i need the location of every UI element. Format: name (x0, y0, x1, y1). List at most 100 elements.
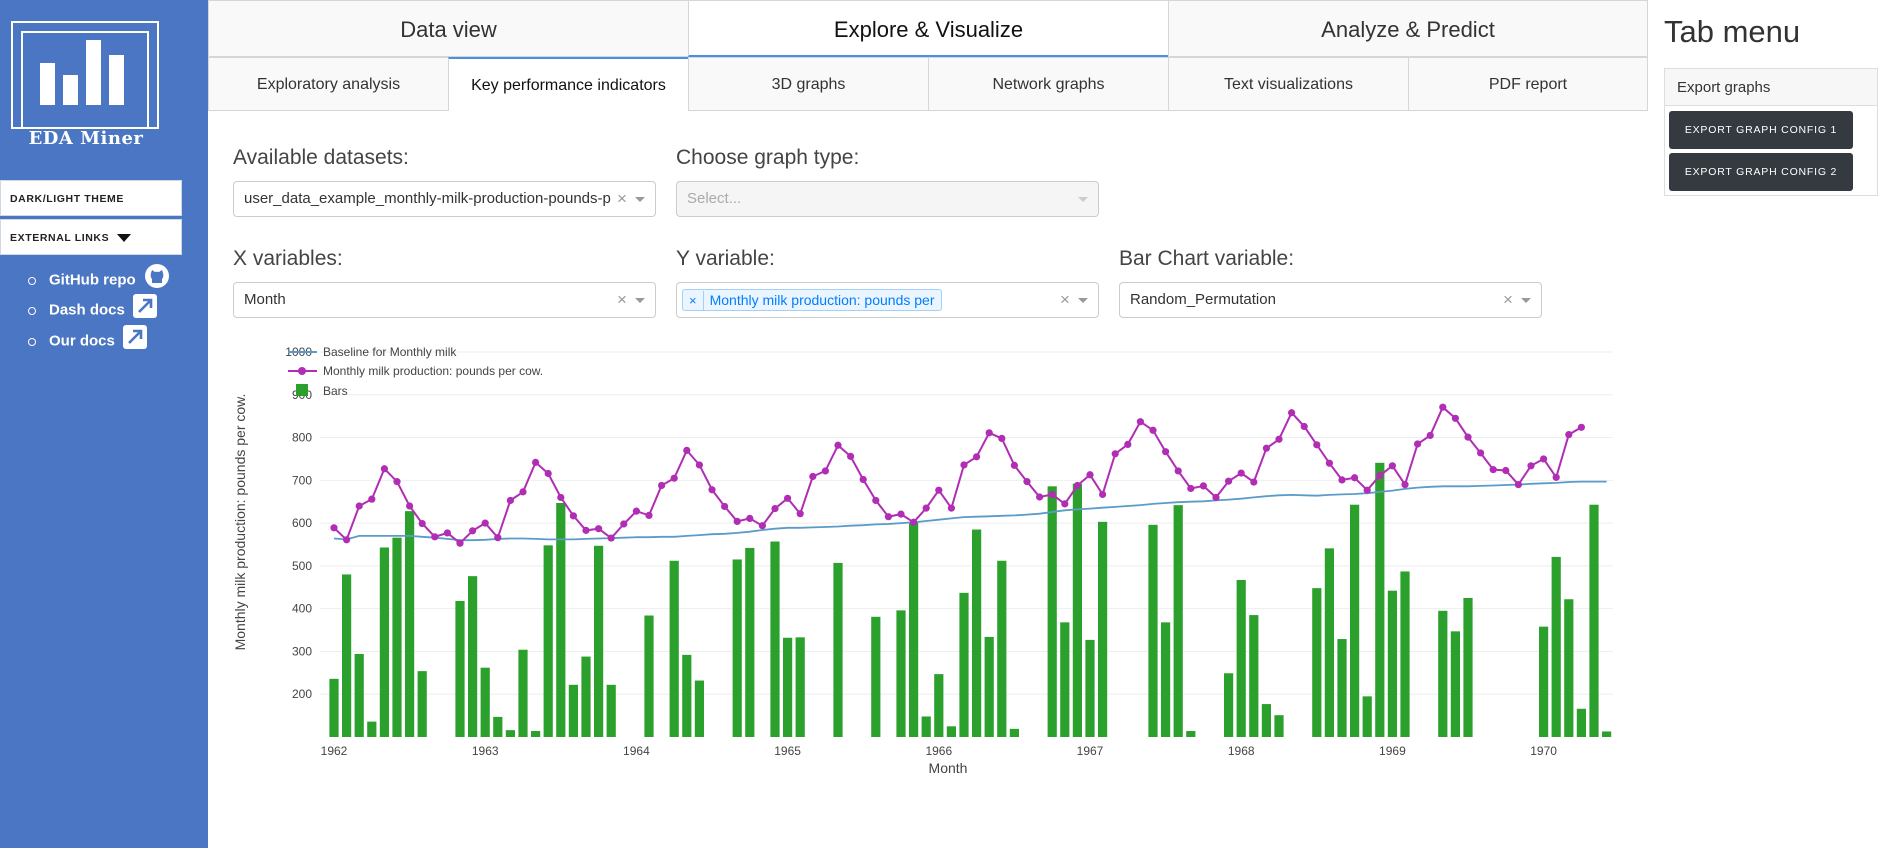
y-variable-tag[interactable]: × Monthly milk production: pounds per (682, 289, 942, 311)
subtab-network-graphs[interactable]: Network graphs (928, 57, 1169, 111)
data-point (1162, 448, 1170, 456)
datasets-dropdown[interactable]: user_data_example_monthly-milk-productio… (233, 181, 656, 217)
bar (1463, 597, 1473, 737)
bar (1602, 731, 1612, 737)
bar (909, 522, 919, 737)
bar (694, 680, 704, 737)
subtab-3d-graphs[interactable]: 3D graphs (688, 57, 929, 111)
clear-icon[interactable]: × (1503, 283, 1513, 317)
datasets-value: user_data_example_monthly-milk-productio… (244, 190, 611, 207)
data-point (1351, 474, 1359, 482)
y-variable-dropdown[interactable]: × Monthly milk production: pounds per × (676, 282, 1099, 318)
data-point (418, 519, 426, 528)
bar (997, 560, 1007, 737)
link-github-repo[interactable]: GitHub repo (28, 263, 170, 289)
chevron-down-icon[interactable] (1078, 197, 1088, 202)
bar (455, 600, 465, 737)
data-point (1225, 477, 1233, 485)
x-variables-dropdown[interactable]: Month × (233, 282, 656, 318)
dark-light-theme-button[interactable]: DARK/LIGHT THEME (0, 180, 182, 216)
subtab-text-visualizations[interactable]: Text visualizations (1168, 57, 1409, 111)
chevron-down-icon[interactable] (1521, 298, 1531, 303)
tab-analyze-predict[interactable]: Analyze & Predict (1168, 0, 1648, 57)
data-point (1376, 472, 1384, 480)
chevron-down-icon[interactable] (635, 298, 645, 303)
bar (1236, 580, 1246, 737)
data-point (910, 518, 918, 526)
clear-icon[interactable]: × (617, 283, 627, 317)
bar (606, 684, 616, 737)
subtab-pdf-report[interactable]: PDF report (1408, 57, 1648, 111)
bar (1261, 704, 1271, 737)
data-point (935, 486, 943, 494)
chevron-down-icon[interactable] (635, 197, 645, 202)
bar-chart-variable-label: Bar Chart variable: (1119, 247, 1295, 270)
data-point (1514, 481, 1522, 489)
data-point (796, 510, 804, 518)
external-links-button[interactable]: EXTERNAL LINKS (0, 219, 182, 255)
data-point (632, 507, 640, 515)
bar (367, 721, 377, 737)
bar (379, 547, 389, 737)
subtab-key-performance-indicators[interactable]: Key performance indicators (448, 57, 689, 111)
legend-baseline: Baseline for Monthly milk (323, 345, 457, 359)
clear-icon[interactable]: × (617, 182, 627, 216)
bar (1387, 590, 1397, 737)
subtab-exploratory-analysis[interactable]: Exploratory analysis (208, 57, 449, 111)
data-point (456, 539, 464, 547)
x-tick-label: 1962 (321, 744, 348, 758)
data-point (834, 441, 842, 449)
data-point (821, 467, 830, 475)
chart-legend: Baseline for Monthly milk Monthly milk p… (288, 345, 543, 398)
tab-data-view[interactable]: Data view (208, 0, 689, 57)
tab-explore-visualize[interactable]: Explore & Visualize (688, 0, 1169, 57)
bar (543, 545, 553, 737)
data-point (431, 533, 439, 541)
datasets-label: Available datasets: (233, 146, 409, 169)
data-point (1439, 403, 1447, 411)
data-point (847, 452, 855, 460)
bar (480, 667, 490, 737)
data-point (481, 519, 489, 527)
link-our-docs[interactable]: Our docs (28, 325, 148, 351)
milk-production-chart: 2003004005006007008009001000 19621963196… (232, 345, 1613, 776)
bar (1324, 548, 1334, 737)
x-tick-label: 1967 (1077, 744, 1104, 758)
remove-tag-icon[interactable]: × (683, 291, 704, 311)
bar (1589, 504, 1599, 737)
data-point (1426, 431, 1434, 440)
data-point (1212, 493, 1220, 502)
bar-chart-variable-dropdown[interactable]: Random_Permutation × (1119, 282, 1542, 318)
bar (1009, 728, 1019, 737)
data-point (872, 496, 880, 505)
data-point (494, 534, 502, 542)
data-point (1010, 461, 1019, 469)
y-tick-label: 300 (292, 644, 312, 658)
bar (581, 656, 591, 737)
bar (417, 671, 427, 737)
data-point (1565, 430, 1573, 439)
graph-type-dropdown[interactable]: Select... (676, 181, 1099, 217)
x-tick-label: 1963 (472, 744, 499, 758)
sidebar: EDA Miner DARK/LIGHT THEME EXTERNAL LINK… (0, 0, 208, 848)
data-point (1174, 467, 1182, 475)
data-point (721, 502, 729, 511)
bar (770, 541, 780, 737)
chevron-down-icon[interactable] (1078, 298, 1088, 303)
bar (669, 560, 679, 737)
export-graph-config-1-button[interactable]: EXPORT GRAPH CONFIG 1 (1669, 111, 1853, 149)
bar (568, 684, 578, 737)
data-point (1023, 478, 1031, 486)
export-graph-config-2-button[interactable]: EXPORT GRAPH CONFIG 2 (1669, 153, 1853, 191)
caret-down-icon (116, 234, 131, 243)
bar (1551, 556, 1561, 737)
data-point (1086, 471, 1094, 479)
external-link-icon (123, 325, 148, 358)
link-dash-docs[interactable]: Dash docs (28, 294, 158, 320)
tab-menu-title: Tab menu (1664, 14, 1801, 49)
data-point (771, 504, 779, 513)
data-point (897, 510, 905, 518)
y-tick-label: 700 (292, 473, 312, 487)
clear-icon[interactable]: × (1060, 283, 1070, 317)
data-point (557, 493, 565, 502)
